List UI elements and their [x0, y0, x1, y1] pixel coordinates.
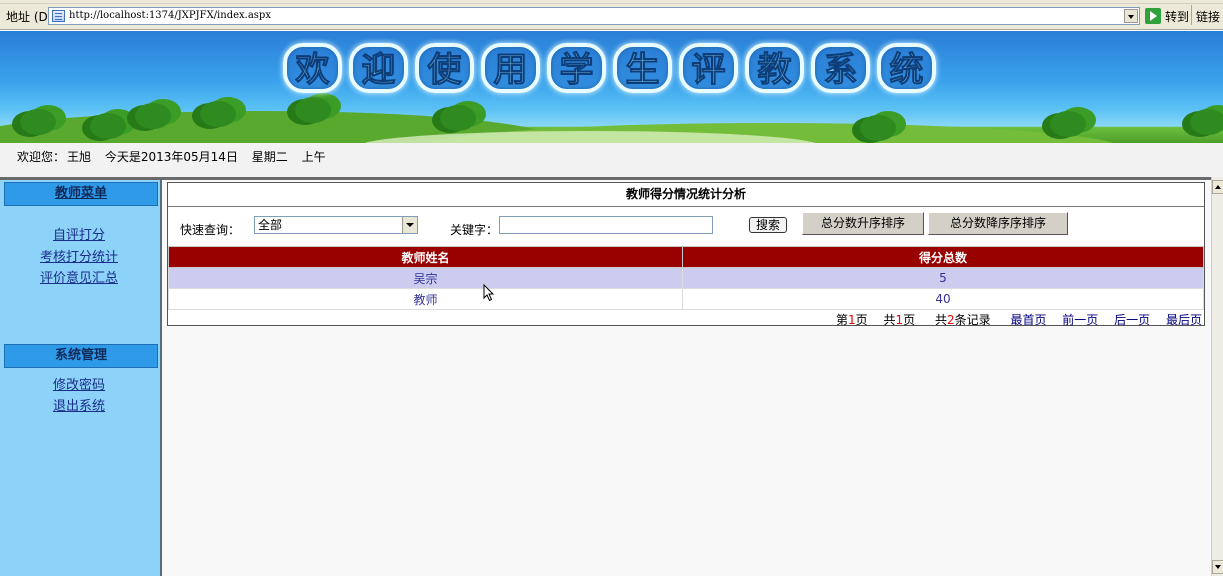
pager-text: 共 [934, 313, 947, 327]
sidebar-item-score-stats[interactable]: 考核打分统计 [0, 246, 158, 265]
pager-text: 页 [855, 313, 868, 327]
cell-total-score: 5 [682, 267, 1204, 289]
banner-tree [295, 97, 331, 123]
vertical-scrollbar[interactable] [1211, 177, 1223, 576]
pager-current: 第1页 [836, 313, 868, 327]
pager-records-number: 2 [946, 313, 955, 327]
welcome-greeting: 欢迎您： [17, 150, 66, 164]
quick-query-select[interactable]: 全部 [254, 216, 418, 234]
pager-total-number: 1 [895, 313, 904, 327]
banner-tree [90, 113, 126, 139]
pager-next-link[interactable]: 后一页 [1114, 313, 1150, 327]
cell-total-score: 40 [682, 288, 1204, 310]
main-content: 教师得分情况统计分析 快速查询： 全部 关键字： 搜索 总分数升序排序 总分数降… [162, 177, 1211, 576]
browser-address-bar: 地址 (D) http://localhost:1374/JXPJFX/inde… [0, 0, 1223, 30]
pager: 第1页 共1页 共2条记录 最首页 前一页 后一页 最后页 [824, 311, 1202, 328]
table-row: 吴宗 5 [168, 267, 1204, 289]
scroll-down-icon[interactable] [1212, 560, 1223, 574]
current-date: 今天是2013年05月14日 [104, 150, 238, 164]
column-header-teacher-name: 教师姓名 [168, 246, 683, 268]
sort-asc-button[interactable]: 总分数升序排序 [802, 212, 924, 235]
current-weekday: 星期二 [251, 150, 288, 164]
toolbar-separator [1191, 5, 1192, 25]
pager-records: 共2条记录 [935, 313, 991, 327]
address-input[interactable]: http://localhost:1374/JXPJFX/index.aspx [48, 7, 1140, 25]
quick-query-label: 快速查询： [180, 223, 241, 237]
pager-first-link[interactable]: 最首页 [1010, 313, 1046, 327]
banner-title-char: 生 [613, 43, 672, 93]
search-row: 快速查询： 全部 关键字： 搜索 总分数升序排序 总分数降序序排序 [168, 208, 1204, 244]
banner-tree [440, 105, 476, 131]
stats-panel: 教师得分情况统计分析 快速查询： 全部 关键字： 搜索 总分数升序排序 总分数降… [167, 182, 1205, 328]
chevron-down-icon[interactable] [402, 217, 417, 233]
sidebar-item-self-score[interactable]: 自评打分 [0, 224, 158, 243]
current-period: 上午 [301, 150, 326, 164]
page-icon [52, 10, 65, 22]
banner-title-char: 迎 [349, 43, 408, 93]
address-url[interactable]: http://localhost:1374/JXPJFX/index.aspx [69, 10, 271, 21]
banner-tree [20, 109, 56, 135]
links-button[interactable]: 链接 [1196, 8, 1220, 25]
sort-desc-button[interactable]: 总分数降序序排序 [928, 212, 1068, 235]
pager-last-link[interactable]: 最后页 [1166, 313, 1202, 327]
banner-tree [1190, 109, 1223, 135]
sidebar-item-comments-summary[interactable]: 评价意见汇总 [0, 267, 158, 286]
welcome-bar: 欢迎您： 王旭 今天是2013年05月14日 星期二 上午 [0, 143, 1223, 177]
banner-tree [135, 103, 171, 129]
banner-title-char: 欢 [283, 43, 342, 93]
pager-current-number: 1 [847, 313, 856, 327]
welcome-text: 欢迎您： 王旭 今天是2013年05月14日 星期二 上午 [17, 148, 336, 165]
header-banner: 欢 迎 使 用 学 生 评 教 系 统 [0, 31, 1223, 143]
go-arrow-icon [1145, 8, 1161, 24]
pager-text: 第 [835, 313, 848, 327]
panel-title: 教师得分情况统计分析 [168, 183, 1204, 207]
address-label: 地址 (D) [6, 10, 53, 24]
banner-title-char: 使 [415, 43, 474, 93]
banner-tree [200, 101, 236, 127]
cell-teacher-name: 吴宗 [168, 267, 683, 289]
banner-tree [860, 115, 896, 141]
banner-title-char: 教 [745, 43, 804, 93]
banner-tree [1050, 111, 1086, 137]
sidebar: 教师菜单 自评打分 考核打分统计 评价意见汇总 系统管理 修改密码 退出系统 [0, 177, 162, 576]
go-button[interactable]: 转到 [1145, 7, 1189, 25]
pager-total-pages: 共1页 [883, 313, 915, 327]
address-dropdown-icon[interactable] [1124, 9, 1138, 23]
keyword-input[interactable] [499, 216, 713, 234]
banner-title: 欢 迎 使 用 学 生 评 教 系 统 [283, 43, 936, 93]
score-table: 教师姓名 得分总数 吴宗 5 教师 40 [168, 246, 1204, 310]
toolbar-divider [0, 0, 1223, 4]
quick-query-value: 全部 [258, 218, 283, 232]
table-row: 教师 40 [168, 288, 1204, 310]
teacher-menu-title[interactable]: 教师菜单 [4, 182, 158, 206]
pager-text: 页 [903, 313, 916, 327]
keyword-label: 关键字： [450, 223, 499, 237]
banner-title-char: 统 [877, 43, 936, 93]
user-name: 王旭 [67, 150, 92, 164]
cell-teacher-name: 教师 [168, 288, 683, 310]
column-header-total-score: 得分总数 [682, 246, 1204, 268]
pager-prev-link[interactable]: 前一页 [1062, 313, 1098, 327]
pager-text: 共 [883, 313, 896, 327]
scroll-up-icon[interactable] [1212, 180, 1223, 194]
system-menu-title: 系统管理 [4, 344, 158, 368]
banner-title-char: 系 [811, 43, 870, 93]
go-label: 转到 [1165, 9, 1190, 24]
banner-title-char: 用 [481, 43, 540, 93]
sidebar-item-change-password[interactable]: 修改密码 [0, 374, 158, 393]
pager-text: 条记录 [954, 313, 991, 327]
table-header-row: 教师姓名 得分总数 [168, 246, 1204, 268]
banner-title-char: 学 [547, 43, 606, 93]
banner-title-char: 评 [679, 43, 738, 93]
search-button[interactable]: 搜索 [749, 217, 787, 233]
sidebar-item-logout[interactable]: 退出系统 [0, 395, 158, 414]
mouse-cursor-icon [483, 284, 495, 302]
